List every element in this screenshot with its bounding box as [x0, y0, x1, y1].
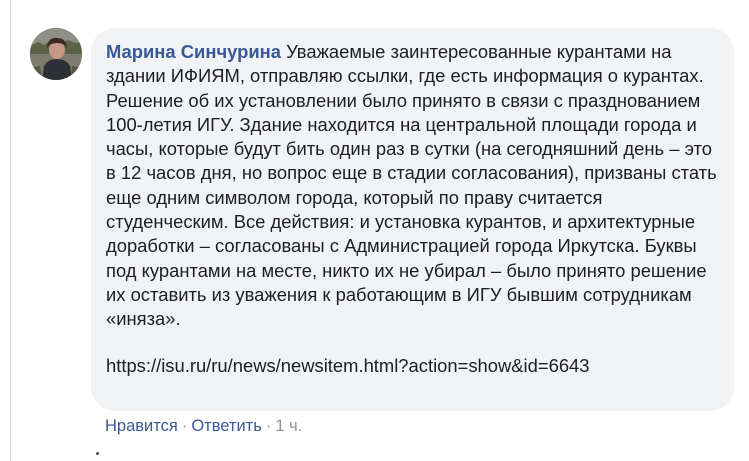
comment-actions: Нравится · Ответить · 1 ч.: [105, 417, 302, 436]
comment-body: Марина Синчурина Уважаемые заинтересован…: [106, 40, 720, 332]
comment-url-link[interactable]: https://isu.ru/ru/news/newsitem.html?act…: [106, 354, 720, 378]
separator-dot: ·: [181, 417, 188, 435]
thread-line: [10, 0, 11, 461]
reply-button[interactable]: Ответить: [191, 417, 262, 435]
comment-timestamp[interactable]: 1 ч.: [275, 417, 302, 435]
separator-dot: ·: [265, 417, 272, 435]
comment-bubble: Марина Синчурина Уважаемые заинтересован…: [91, 28, 734, 411]
like-button[interactable]: Нравится: [105, 417, 178, 435]
stray-dot: [96, 452, 99, 455]
comment-text: Уважаемые заинтересованные курантами на …: [106, 41, 717, 330]
avatar-photo: [30, 28, 82, 80]
comment-author-link[interactable]: Марина Синчурина: [106, 41, 281, 62]
avatar[interactable]: [30, 28, 82, 80]
